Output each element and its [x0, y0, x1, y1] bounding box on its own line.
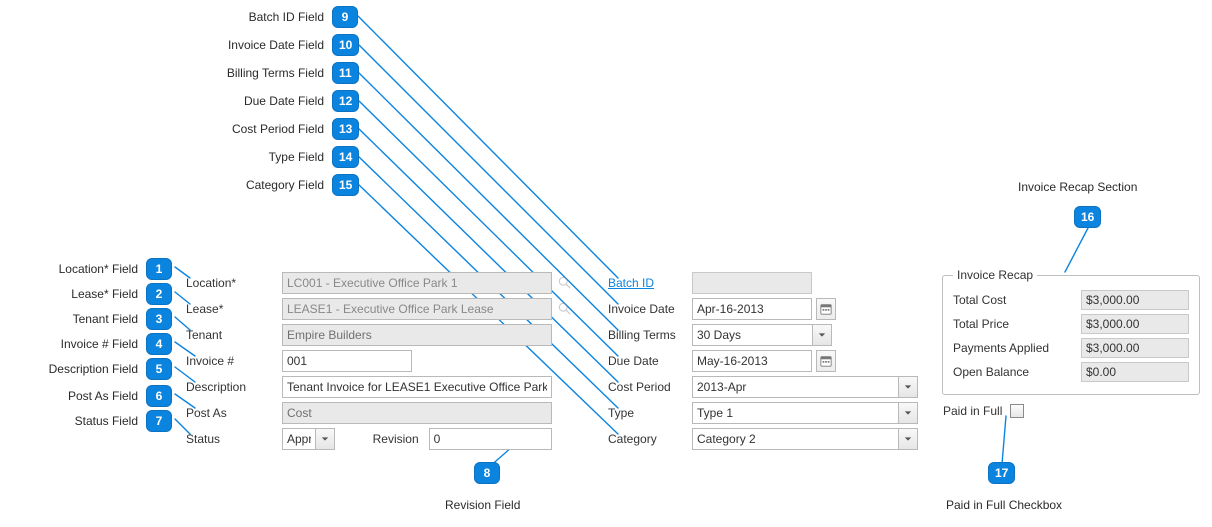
- callout-4: Invoice # Field 4: [18, 333, 178, 355]
- callout-12: Due Date Field 12: [196, 90, 360, 112]
- callout-11: Billing Terms Field 11: [180, 62, 360, 84]
- type-field[interactable]: [692, 402, 898, 424]
- callout-6: Post As Field 6: [18, 385, 178, 407]
- status-label: Status: [186, 432, 282, 446]
- recap-row: Payments Applied $3,000.00: [953, 336, 1189, 360]
- lease-field: LEASE1 - Executive Office Park Lease: [282, 298, 552, 320]
- callout-8: 8: [474, 462, 500, 484]
- callout-17: 17: [988, 462, 1015, 484]
- invoice-number-label: Invoice #: [186, 354, 282, 368]
- callout-7: Status Field 7: [18, 410, 178, 432]
- callout-2: Lease* Field 2: [18, 283, 178, 305]
- callout-16-label: Invoice Recap Section: [1018, 180, 1137, 194]
- category-field[interactable]: [692, 428, 898, 450]
- callout-1: Location* Field 1: [18, 258, 178, 280]
- recap-open-balance-value: $0.00: [1081, 362, 1189, 382]
- post-as-field: Cost: [282, 402, 552, 424]
- calendar-icon[interactable]: [816, 298, 836, 320]
- recap-row: Total Cost $3,000.00: [953, 288, 1189, 312]
- form-area: Location* LC001 - Executive Office Park …: [186, 270, 926, 452]
- callout-5: Description Field 5: [0, 358, 178, 380]
- search-icon: [558, 302, 572, 316]
- callout-9: Batch ID Field 9: [200, 6, 360, 28]
- post-as-label: Post As: [186, 406, 282, 420]
- recap-payments-label: Payments Applied: [953, 341, 1081, 355]
- invoice-recap-legend: Invoice Recap: [953, 268, 1037, 282]
- description-field[interactable]: [282, 376, 552, 398]
- callout-3: Tenant Field 3: [18, 308, 178, 330]
- billing-terms-label: Billing Terms: [608, 328, 692, 342]
- invoice-date-field[interactable]: [692, 298, 812, 320]
- invoice-number-field[interactable]: [282, 350, 412, 372]
- chevron-down-icon[interactable]: [812, 324, 832, 346]
- invoice-recap-section: Invoice Recap Total Cost $3,000.00 Total…: [942, 268, 1200, 395]
- chevron-down-icon[interactable]: [898, 402, 918, 424]
- recap-total-cost-value: $3,000.00: [1081, 290, 1189, 310]
- callout-13: Cost Period Field 13: [182, 118, 360, 140]
- cost-period-label: Cost Period: [608, 380, 692, 394]
- paid-in-full-row: Paid in Full: [943, 404, 1024, 418]
- recap-payments-value: $3,000.00: [1081, 338, 1189, 358]
- description-label: Description: [186, 380, 282, 394]
- category-label: Category: [608, 432, 692, 446]
- chevron-down-icon[interactable]: [898, 428, 918, 450]
- due-date-field[interactable]: [692, 350, 812, 372]
- chevron-down-icon[interactable]: [898, 376, 918, 398]
- billing-terms-field[interactable]: [692, 324, 812, 346]
- tenant-label: Tenant: [186, 328, 282, 342]
- callout-17-label: Paid in Full Checkbox: [946, 498, 1062, 512]
- type-label: Type: [608, 406, 692, 420]
- status-field[interactable]: [282, 428, 315, 450]
- recap-total-price-value: $3,000.00: [1081, 314, 1189, 334]
- search-icon: [558, 276, 572, 290]
- revision-label: Revision: [373, 432, 419, 446]
- revision-field[interactable]: [429, 428, 552, 450]
- batch-id-field: [692, 272, 812, 294]
- tenant-field: Empire Builders: [282, 324, 552, 346]
- recap-open-balance-label: Open Balance: [953, 365, 1081, 379]
- calendar-icon[interactable]: [816, 350, 836, 372]
- lease-label: Lease*: [186, 302, 282, 316]
- callout-10: Invoice Date Field 10: [180, 34, 360, 56]
- recap-row: Total Price $3,000.00: [953, 312, 1189, 336]
- callout-16: 16: [1074, 206, 1101, 228]
- batch-id-link[interactable]: Batch ID: [608, 276, 654, 290]
- invoice-date-label: Invoice Date: [608, 302, 692, 316]
- recap-total-cost-label: Total Cost: [953, 293, 1081, 307]
- callout-15: Category Field 15: [200, 174, 360, 196]
- paid-in-full-checkbox[interactable]: [1010, 404, 1024, 418]
- callout-14: Type Field 14: [228, 146, 360, 168]
- cost-period-field[interactable]: [692, 376, 898, 398]
- chevron-down-icon[interactable]: [315, 428, 335, 450]
- callout-8-label: Revision Field: [445, 498, 520, 512]
- recap-row: Open Balance $0.00: [953, 360, 1189, 384]
- paid-in-full-label: Paid in Full: [943, 404, 1002, 418]
- location-field: LC001 - Executive Office Park 1: [282, 272, 552, 294]
- due-date-label: Due Date: [608, 354, 692, 368]
- recap-total-price-label: Total Price: [953, 317, 1081, 331]
- location-label: Location*: [186, 276, 282, 290]
